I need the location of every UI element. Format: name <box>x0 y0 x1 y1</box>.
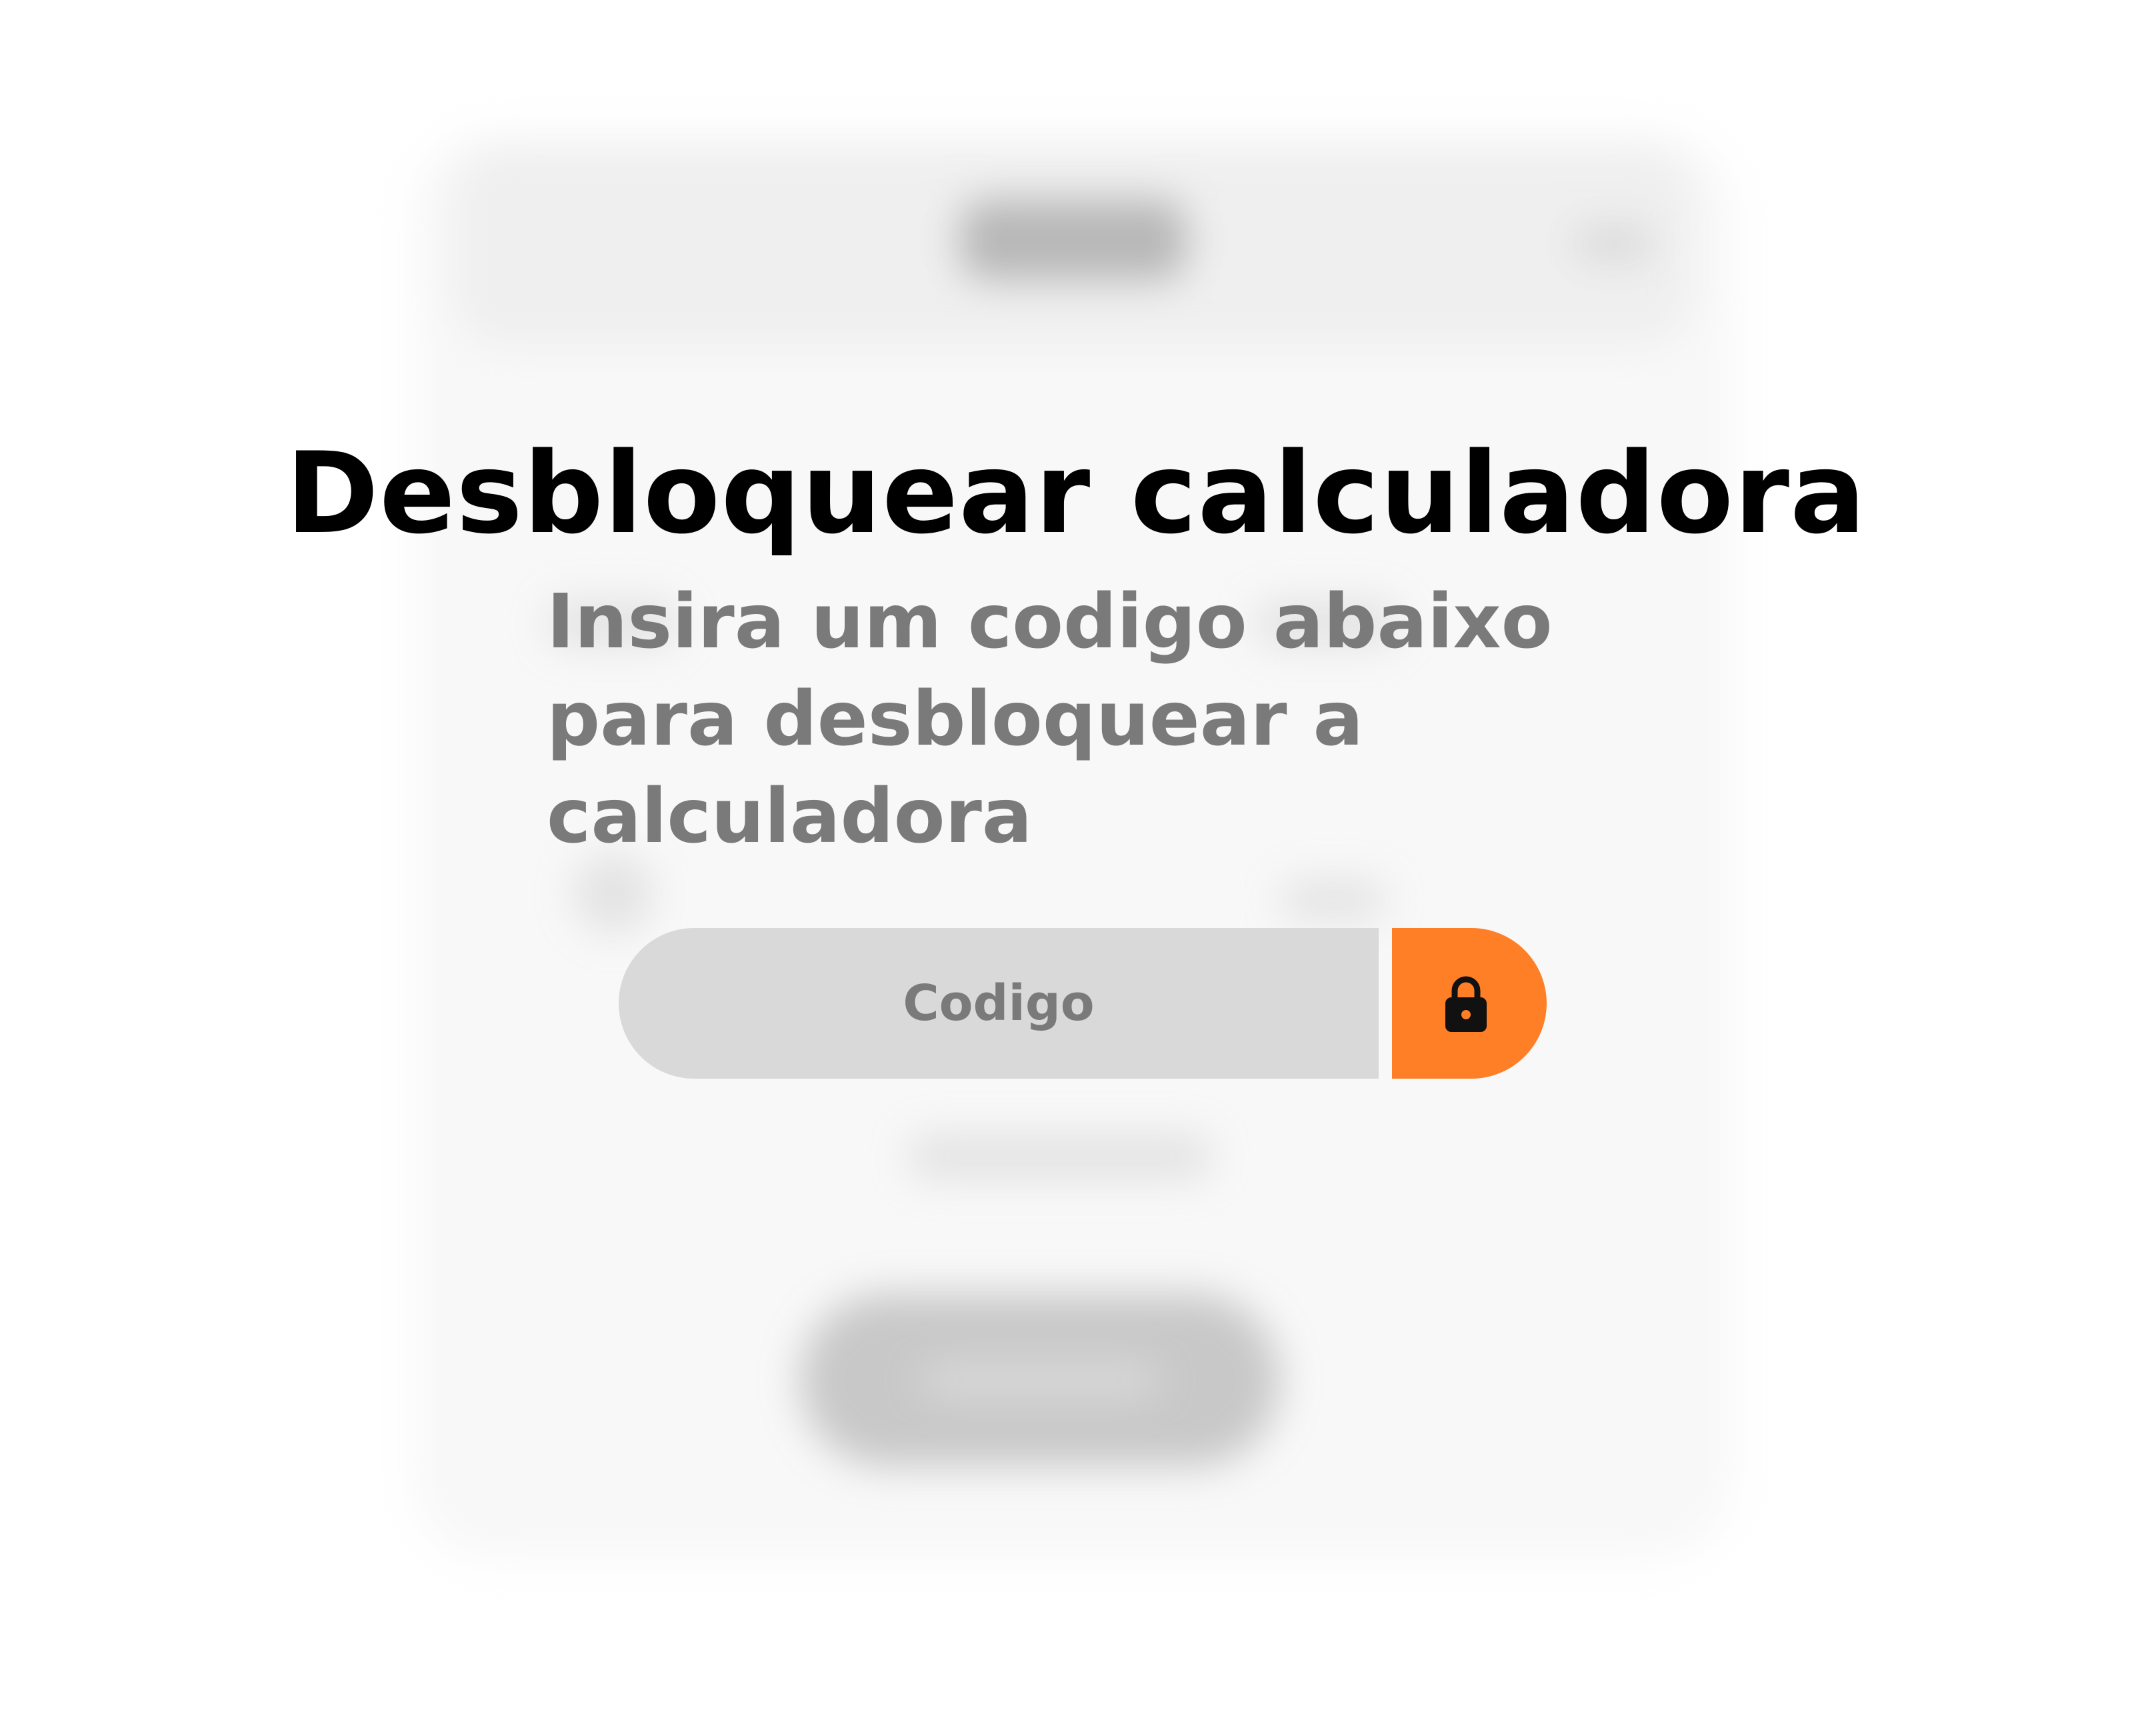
background-header-action <box>1573 227 1653 260</box>
unlock-subtitle: Insira um codigo abaixo para desbloquear… <box>547 579 1553 860</box>
code-input[interactable] <box>619 928 1379 1079</box>
background-row <box>1280 880 1387 920</box>
background-row <box>907 1133 1213 1180</box>
background-pill-label <box>920 1360 1160 1400</box>
unlock-button[interactable] <box>1392 928 1547 1079</box>
unlock-screen: Desbloquear calculadora Insira um codigo… <box>0 0 2152 1736</box>
lock-icon <box>1445 976 1487 1032</box>
unlock-title: Desbloquear calculadora <box>285 428 1867 559</box>
background-row <box>573 853 653 933</box>
code-entry-row <box>619 928 1547 1079</box>
background-pill-button <box>800 1293 1280 1467</box>
background-header <box>453 147 1693 347</box>
background-header-title <box>960 200 1187 280</box>
